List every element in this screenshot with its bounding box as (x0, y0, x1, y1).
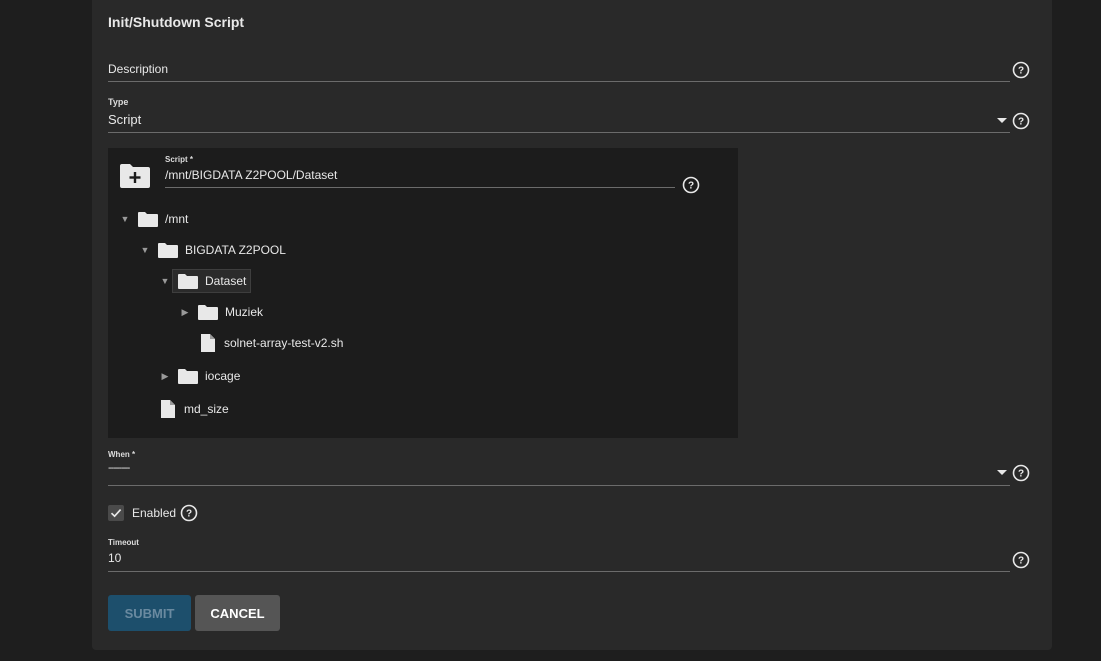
timeout-label: Timeout (108, 538, 139, 547)
description-label: Description (108, 62, 169, 76)
chevron-down-icon (997, 470, 1007, 475)
tree-node-iocage[interactable]: ▶ iocage (158, 365, 245, 387)
svg-text:?: ? (1018, 556, 1024, 567)
folder-icon (158, 243, 178, 258)
enabled-label: Enabled (132, 506, 177, 520)
expand-arrow-icon[interactable]: ▼ (138, 245, 152, 255)
collapse-arrow-icon[interactable]: ▶ (158, 371, 172, 382)
enabled-checkbox[interactable] (108, 505, 124, 521)
when-label: When * (108, 450, 136, 459)
type-select[interactable]: Script (108, 108, 1010, 133)
cancel-button[interactable]: CANCEL (195, 595, 280, 631)
timeout-help-icon[interactable]: ? (1012, 551, 1030, 569)
tree-node-solnet-script[interactable]: ▶ solnet-array-test-v2.sh (178, 332, 348, 354)
script-path-input[interactable]: /mnt/BIGDATA Z2POOL/Dataset (165, 166, 675, 188)
tree-node-label: /mnt (165, 212, 189, 226)
timeout-input[interactable]: 10 (108, 549, 1010, 572)
svg-text:?: ? (1018, 469, 1024, 480)
tree-node-dataset[interactable]: ▼ Dataset (158, 269, 252, 293)
tree-node-label: md_size (184, 402, 229, 416)
script-label: Script * (165, 155, 194, 164)
file-explorer: Script * /mnt/BIGDATA Z2POOL/Dataset ? ▼… (108, 148, 738, 438)
expand-arrow-icon[interactable]: ▼ (158, 276, 172, 286)
svg-text:?: ? (688, 181, 694, 192)
tree-node-label: iocage (205, 369, 241, 383)
description-field[interactable]: Description (108, 58, 1010, 82)
tree-node-mnt[interactable]: ▼ /mnt (118, 208, 193, 230)
script-path-value: /mnt/BIGDATA Z2POOL/Dataset (165, 168, 338, 182)
script-help-icon[interactable]: ? (682, 176, 700, 194)
when-select[interactable]: -------- (108, 461, 1010, 486)
tree-node-label: Muziek (225, 305, 264, 319)
tree-node-muziek[interactable]: ▶ Muziek (178, 301, 268, 323)
form-title: Init/Shutdown Script (108, 14, 245, 30)
file-icon (161, 400, 175, 418)
file-icon (201, 334, 215, 352)
tree-node-md-size[interactable]: ▶ md_size (138, 398, 234, 420)
add-folder-icon[interactable] (119, 163, 151, 189)
svg-text:?: ? (1018, 117, 1024, 128)
when-value: -------- (108, 462, 130, 474)
tree-node-bigdata-z2pool[interactable]: ▼ BIGDATA Z2POOL (138, 239, 291, 261)
submit-button[interactable]: SUBMIT (108, 595, 191, 631)
enabled-help-icon[interactable]: ? (180, 504, 198, 522)
tree-node-label: BIGDATA Z2POOL (185, 243, 286, 257)
type-label: Type (108, 97, 129, 107)
expand-arrow-icon[interactable]: ▼ (118, 214, 132, 224)
folder-icon (138, 212, 158, 227)
svg-text:?: ? (186, 509, 192, 520)
folder-icon (198, 305, 218, 320)
checkmark-icon (110, 509, 122, 518)
collapse-arrow-icon[interactable]: ▶ (178, 307, 192, 318)
svg-text:?: ? (1018, 66, 1024, 77)
tree-node-label: Dataset (205, 274, 247, 288)
tree-node-label: solnet-array-test-v2.sh (224, 336, 344, 350)
chevron-down-icon (997, 118, 1007, 123)
folder-icon (178, 369, 198, 384)
type-help-icon[interactable]: ? (1012, 112, 1030, 130)
folder-icon (178, 274, 198, 289)
when-help-icon[interactable]: ? (1012, 464, 1030, 482)
timeout-value: 10 (108, 551, 122, 565)
description-help-icon[interactable]: ? (1012, 61, 1030, 79)
type-value: Script (108, 112, 142, 127)
